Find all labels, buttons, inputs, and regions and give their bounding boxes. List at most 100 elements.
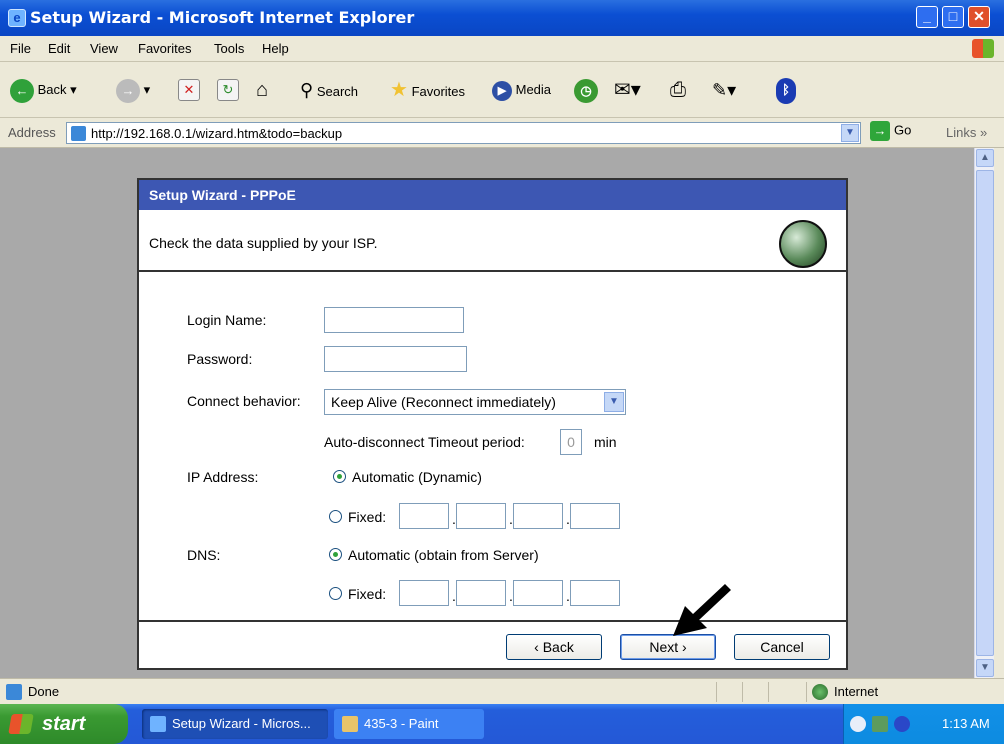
system-tray: 1:13 AM [843, 704, 1004, 744]
clock: 1:13 AM [942, 716, 990, 731]
address-input[interactable]: http://192.168.0.1/wizard.htm&todo=backu… [66, 122, 861, 144]
status-divider [768, 682, 769, 702]
vertical-scrollbar[interactable]: ▲ ▼ [974, 148, 994, 678]
bluetooth-icon[interactable] [894, 716, 910, 732]
ip-octet-input[interactable] [456, 503, 506, 529]
wizard-intro: Check the data supplied by your ISP. [139, 210, 846, 272]
address-label: Address [8, 125, 56, 140]
ip-fixed-option[interactable]: Fixed: [329, 509, 386, 525]
links-button[interactable]: Links » [946, 125, 987, 140]
globe-icon [779, 220, 827, 268]
go-arrow-icon: → [870, 121, 890, 141]
status-text: Done [28, 684, 60, 699]
intro-text: Check the data supplied by your ISP. [149, 235, 378, 251]
dns-fixed-radio[interactable] [329, 587, 342, 600]
pointer-arrow-icon [673, 584, 731, 636]
ip-automatic-option[interactable]: Automatic (Dynamic) [333, 469, 482, 485]
cancel-button[interactable]: Cancel [734, 634, 830, 660]
ie-icon [150, 716, 166, 732]
forward-arrow-icon: → [116, 78, 140, 103]
dns-octet-input[interactable] [513, 580, 563, 606]
back-button[interactable]: ← Back ▾ [10, 76, 77, 104]
menu-favorites[interactable]: Favorites [138, 41, 191, 56]
dns-automatic-radio[interactable] [329, 548, 342, 561]
scroll-down-icon[interactable]: ▼ [976, 659, 994, 677]
address-bar: Address http://192.168.0.1/wizard.htm&to… [0, 118, 1004, 148]
timeout-label: Auto-disconnect Timeout period: [324, 434, 525, 450]
status-bar: Done Internet [0, 678, 1004, 704]
mail-icon[interactable]: ✉▾ [614, 76, 641, 104]
connect-behavior-label: Connect behavior: [187, 393, 301, 409]
favorites-button[interactable]: ★ Favorites [390, 76, 465, 104]
ip-octet-input[interactable] [570, 503, 620, 529]
ip-fixed-radio[interactable] [329, 510, 342, 523]
ip-octet-input[interactable] [399, 503, 449, 529]
refresh-icon[interactable]: ↻ [217, 79, 239, 101]
bluetooth-icon[interactable]: ᛒ [776, 76, 796, 104]
page-icon [71, 126, 86, 141]
setup-wizard-panel: Setup Wizard - PPPoE Check the data supp… [137, 178, 848, 670]
scroll-thumb[interactable] [976, 170, 994, 656]
dns-octet-input[interactable] [399, 580, 449, 606]
go-button[interactable]: → Go [870, 121, 911, 141]
toolbar: ← Back ▾ → ▾ ✕ ↻ ⌂ ⚲ Search ★ Favorites … [0, 62, 1004, 118]
dns-octet-input[interactable] [570, 580, 620, 606]
page-done-icon [6, 684, 22, 700]
status-divider [742, 682, 743, 702]
scroll-up-icon[interactable]: ▲ [976, 149, 994, 167]
ip-automatic-radio[interactable] [333, 470, 346, 483]
search-icon: ⚲ [300, 80, 314, 100]
dns-automatic-option[interactable]: Automatic (obtain from Server) [329, 547, 539, 563]
star-icon: ★ [390, 79, 408, 101]
status-divider [716, 682, 717, 702]
history-icon[interactable]: ◷ [574, 76, 598, 104]
edit-icon[interactable]: ✎▾ [712, 76, 736, 104]
title-bar: e Setup Wizard - Microsoft Internet Expl… [0, 0, 1004, 36]
menu-edit[interactable]: Edit [48, 41, 70, 56]
task-setup-wizard[interactable]: Setup Wizard - Micros... [142, 709, 328, 739]
forward-button[interactable]: → ▾ [116, 76, 150, 104]
media-button[interactable]: ▶ Media [492, 76, 551, 104]
search-button[interactable]: ⚲ Search [300, 76, 358, 104]
windows-logo-icon [8, 714, 34, 734]
close-button[interactable]: ✕ [968, 6, 990, 28]
paint-icon [342, 716, 358, 732]
menu-tools[interactable]: Tools [214, 41, 244, 56]
minimize-button[interactable]: _ [916, 6, 938, 28]
task-paint[interactable]: 435-3 - Paint [334, 709, 484, 739]
start-button[interactable]: start [0, 704, 128, 744]
window-title: Setup Wizard - Microsoft Internet Explor… [30, 8, 415, 27]
login-name-input[interactable] [324, 307, 464, 333]
connect-behavior-value: Keep Alive (Reconnect immediately) [331, 394, 556, 410]
network-icon[interactable] [872, 716, 888, 732]
tray-arrow-icon[interactable] [850, 716, 866, 732]
ip-octet-input[interactable] [513, 503, 563, 529]
security-zone: Internet [834, 684, 879, 699]
address-url: http://192.168.0.1/wizard.htm&todo=backu… [91, 126, 343, 141]
windows-logo-icon [972, 39, 994, 58]
stop-icon[interactable]: ✕ [178, 79, 200, 101]
chevron-down-icon[interactable]: ▼ [604, 392, 624, 412]
password-label: Password: [187, 351, 253, 367]
ie-icon: e [8, 9, 26, 27]
back-arrow-icon: ← [10, 78, 34, 103]
timeout-unit: min [594, 434, 617, 450]
taskbar: start Setup Wizard - Micros... 435-3 - P… [0, 704, 1004, 744]
timeout-input[interactable]: 0 [560, 429, 582, 455]
wizard-title: Setup Wizard - PPPoE [139, 180, 846, 210]
status-divider [806, 682, 807, 702]
wizard-form: Login Name: Password: Connect behavior: … [139, 272, 846, 620]
connect-behavior-select[interactable]: Keep Alive (Reconnect immediately) ▼ [324, 389, 626, 415]
menu-help[interactable]: Help [262, 41, 289, 56]
password-input[interactable] [324, 346, 467, 372]
home-icon[interactable]: ⌂ [256, 76, 268, 104]
print-icon[interactable]: ⎙ [670, 76, 686, 104]
chevron-down-icon[interactable]: ▼ [841, 124, 859, 142]
dns-fixed-option[interactable]: Fixed: [329, 586, 386, 602]
dns-octet-input[interactable] [456, 580, 506, 606]
menu-view[interactable]: View [90, 41, 118, 56]
back-button[interactable]: ‹ Back [506, 634, 602, 660]
menu-file[interactable]: File [10, 41, 31, 56]
media-icon: ▶ [492, 80, 512, 101]
maximize-button[interactable]: □ [942, 6, 964, 28]
